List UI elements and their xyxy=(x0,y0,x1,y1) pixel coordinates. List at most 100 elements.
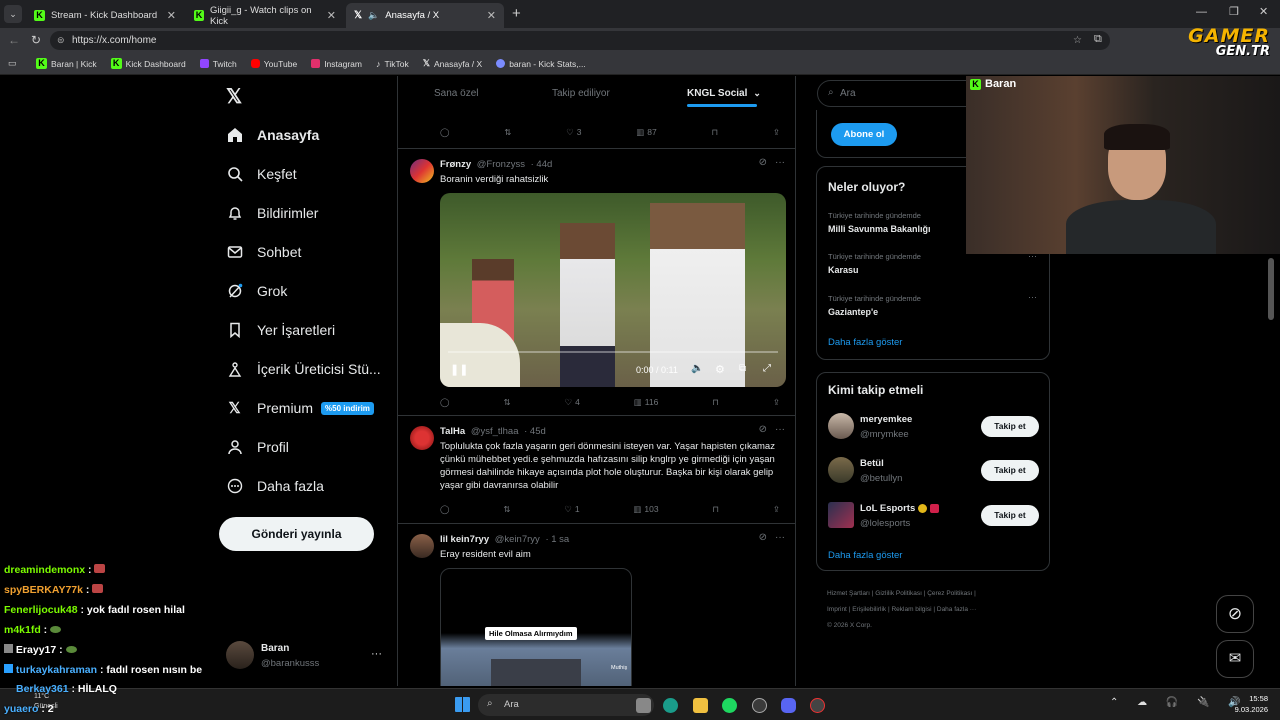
taskbar-search[interactable]: ⌕ Ara xyxy=(478,694,654,716)
reply-icon[interactable]: ◯ xyxy=(440,503,450,515)
show-more-link[interactable]: Daha fazla göster xyxy=(828,550,902,561)
bookmark-tiktok[interactable]: ♪ TikTok xyxy=(376,59,409,69)
retweet-icon[interactable]: ⇅ xyxy=(503,396,510,408)
more-icon[interactable]: ··· xyxy=(775,532,785,543)
star-icon[interactable]: ☆ xyxy=(1073,31,1082,50)
bookmark-instagram[interactable]: Instagram xyxy=(311,59,362,69)
views-button[interactable]: ▥ 103 xyxy=(633,503,658,515)
footer-link[interactable]: Reklam bilgisi xyxy=(891,606,931,613)
nav-more[interactable]: Daha fazla xyxy=(226,475,324,497)
like-button[interactable]: ♡ 4 xyxy=(564,396,579,408)
views-button[interactable]: ▥ 87 xyxy=(636,126,657,138)
browser-tab-0[interactable]: K Stream - Kick Dashboard ✕ xyxy=(26,3,184,28)
account-switcher[interactable]: Baran @barankusss ··· xyxy=(226,640,386,674)
close-window-icon[interactable]: ✕ xyxy=(1259,5,1268,18)
grok-icon[interactable]: ⊘ xyxy=(759,424,767,435)
like-button[interactable]: ♡ 3 xyxy=(566,126,581,138)
task-view-icon[interactable] xyxy=(636,698,651,713)
bookmark-icon[interactable]: ⊓ xyxy=(711,126,718,138)
nav-profile[interactable]: Profil xyxy=(226,436,289,458)
bookmark-icon[interactable]: ⊓ xyxy=(712,503,719,515)
nav-notifications[interactable]: Bildirimler xyxy=(226,202,318,224)
pip-icon[interactable]: ⧉ xyxy=(739,363,746,374)
share-icon[interactable]: ⇪ xyxy=(773,503,780,515)
follow-button[interactable]: Takip et xyxy=(981,505,1039,526)
suggestion-row[interactable]: LoL Esports @lolesports Takip et xyxy=(817,500,1049,532)
trend-item[interactable]: Türkiye tarihinde gündemde Karasu xyxy=(828,252,1038,275)
retweet-icon[interactable]: ⇅ xyxy=(504,126,511,138)
nav-home[interactable]: Anasayfa xyxy=(226,124,319,146)
bookmark-twitch[interactable]: Twitch xyxy=(199,59,237,69)
reply-icon[interactable]: ◯ xyxy=(440,396,450,408)
follow-button[interactable]: Takip et xyxy=(981,416,1039,437)
bookmark-x[interactable]: 𝕏 Anasayfa / X xyxy=(423,58,482,69)
close-tab-icon[interactable]: ✕ xyxy=(487,9,496,22)
bookmark-kick-stats[interactable]: baran - Kick Stats,... xyxy=(496,59,586,69)
obs-icon[interactable] xyxy=(752,698,767,713)
share-icon[interactable]: ⇪ xyxy=(773,396,780,408)
file-explorer-icon[interactable] xyxy=(693,698,708,713)
grok-icon[interactable]: ⊘ xyxy=(759,157,767,168)
footer-link[interactable]: Hizmet Şartları xyxy=(827,590,870,597)
post-button[interactable]: Gönderi yayınla xyxy=(219,517,374,551)
windows-start-icon[interactable] xyxy=(455,697,470,712)
tab-list-button[interactable]: ⌄ xyxy=(4,5,22,23)
show-more-link[interactable]: Daha fazla göster xyxy=(828,337,902,348)
tweet-video[interactable]: ❚❚ 0:00 / 0:11 🔈 ⚙ ⧉ ⤢ xyxy=(440,193,786,387)
nav-explore[interactable]: Keşfet xyxy=(226,163,297,185)
footer-link[interactable]: Daha fazla ··· xyxy=(937,606,976,613)
maximize-icon[interactable]: ❐ xyxy=(1229,5,1239,18)
settings-icon[interactable]: ⚙ xyxy=(715,363,725,376)
grok-icon[interactable]: ⊘ xyxy=(759,532,767,543)
footer-link[interactable]: Gizlilik Politikası xyxy=(875,590,922,597)
close-tab-icon[interactable]: ✕ xyxy=(327,9,336,22)
footer-link[interactable]: Imprint xyxy=(827,606,847,613)
footer-link[interactable]: Erişilebilirlik xyxy=(852,606,886,613)
fullscreen-icon[interactable]: ⤢ xyxy=(763,363,771,374)
suggestion-row[interactable]: Betül @betullyn Takip et xyxy=(817,455,1049,487)
app-icon[interactable] xyxy=(810,698,825,713)
trend-more-icon[interactable]: ··· xyxy=(1028,292,1037,302)
new-tab-button[interactable]: + xyxy=(512,5,521,22)
tab-following[interactable]: Takip ediliyor xyxy=(552,88,610,99)
clock[interactable]: 15:58 9.03.2026 xyxy=(1228,693,1268,715)
nav-grok[interactable]: Grok xyxy=(226,280,287,302)
pause-icon[interactable]: ❚❚ xyxy=(450,363,468,376)
volume-icon[interactable]: 🔈 xyxy=(691,363,703,374)
like-button[interactable]: ♡ 1 xyxy=(564,503,579,515)
url-field[interactable]: ⊜ https://x.com/home ☆ xyxy=(50,31,1110,50)
spotify-icon[interactable] xyxy=(722,698,737,713)
site-info-icon[interactable]: ⊜ xyxy=(57,31,65,50)
back-icon[interactable]: ← xyxy=(8,33,20,47)
footer-link[interactable]: Çerez Politikası xyxy=(927,590,972,597)
more-icon[interactable]: ··· xyxy=(775,157,785,168)
more-icon[interactable]: ··· xyxy=(775,424,785,435)
nav-premium[interactable]: 𝕏 Premium %50 indirim xyxy=(226,397,374,419)
speaker-icon[interactable]: 🔈 xyxy=(368,10,379,21)
suggestion-row[interactable]: meryemkee @mrymkee Takip et xyxy=(817,411,1049,443)
browser-tab-2[interactable]: 𝕏 🔈 Anasayfa / X ✕ xyxy=(346,3,504,28)
reload-icon[interactable]: ↻ xyxy=(31,33,41,47)
subscribe-button[interactable]: Abone ol xyxy=(831,123,897,146)
tweet[interactable]: lil kein7ryy @kein7ryy · 1 sa ··· ⊘ Eray… xyxy=(398,523,795,686)
extensions-icon[interactable]: ⧉ xyxy=(1094,33,1102,46)
edge-icon[interactable] xyxy=(663,698,678,713)
messages-float-button[interactable]: ✉ xyxy=(1216,640,1254,678)
bookmark-kick-dashboard[interactable]: K Kick Dashboard xyxy=(110,58,186,69)
trend-item[interactable]: Türkiye tarihinde gündemde Gaziantep'e xyxy=(828,294,1038,317)
minimize-icon[interactable]: — xyxy=(1196,6,1207,18)
nav-chat[interactable]: Sohbet xyxy=(226,241,301,263)
views-button[interactable]: ▥ 116 xyxy=(634,396,659,408)
close-tab-icon[interactable]: ✕ xyxy=(167,9,176,22)
share-icon[interactable]: ⇪ xyxy=(773,126,780,138)
tweet[interactable]: Frønzy @Fronzyss · 44d ··· ⊘ Boranin ver… xyxy=(398,148,795,415)
bookmark-youtube[interactable]: YouTube xyxy=(250,59,297,69)
scrollbar[interactable] xyxy=(1268,258,1274,320)
bookmark-baran-kick[interactable]: K Baran | Kick xyxy=(36,58,97,69)
bookmark-icon[interactable]: ⊓ xyxy=(712,396,719,408)
account-more-icon[interactable]: ··· xyxy=(371,648,382,660)
tab-kngl-social[interactable]: KNGL Social ⌄ xyxy=(687,88,761,99)
bookmarks-menu-icon[interactable]: ▭ xyxy=(8,58,17,69)
reply-icon[interactable]: ◯ xyxy=(440,126,450,138)
follow-button[interactable]: Takip et xyxy=(981,460,1039,481)
